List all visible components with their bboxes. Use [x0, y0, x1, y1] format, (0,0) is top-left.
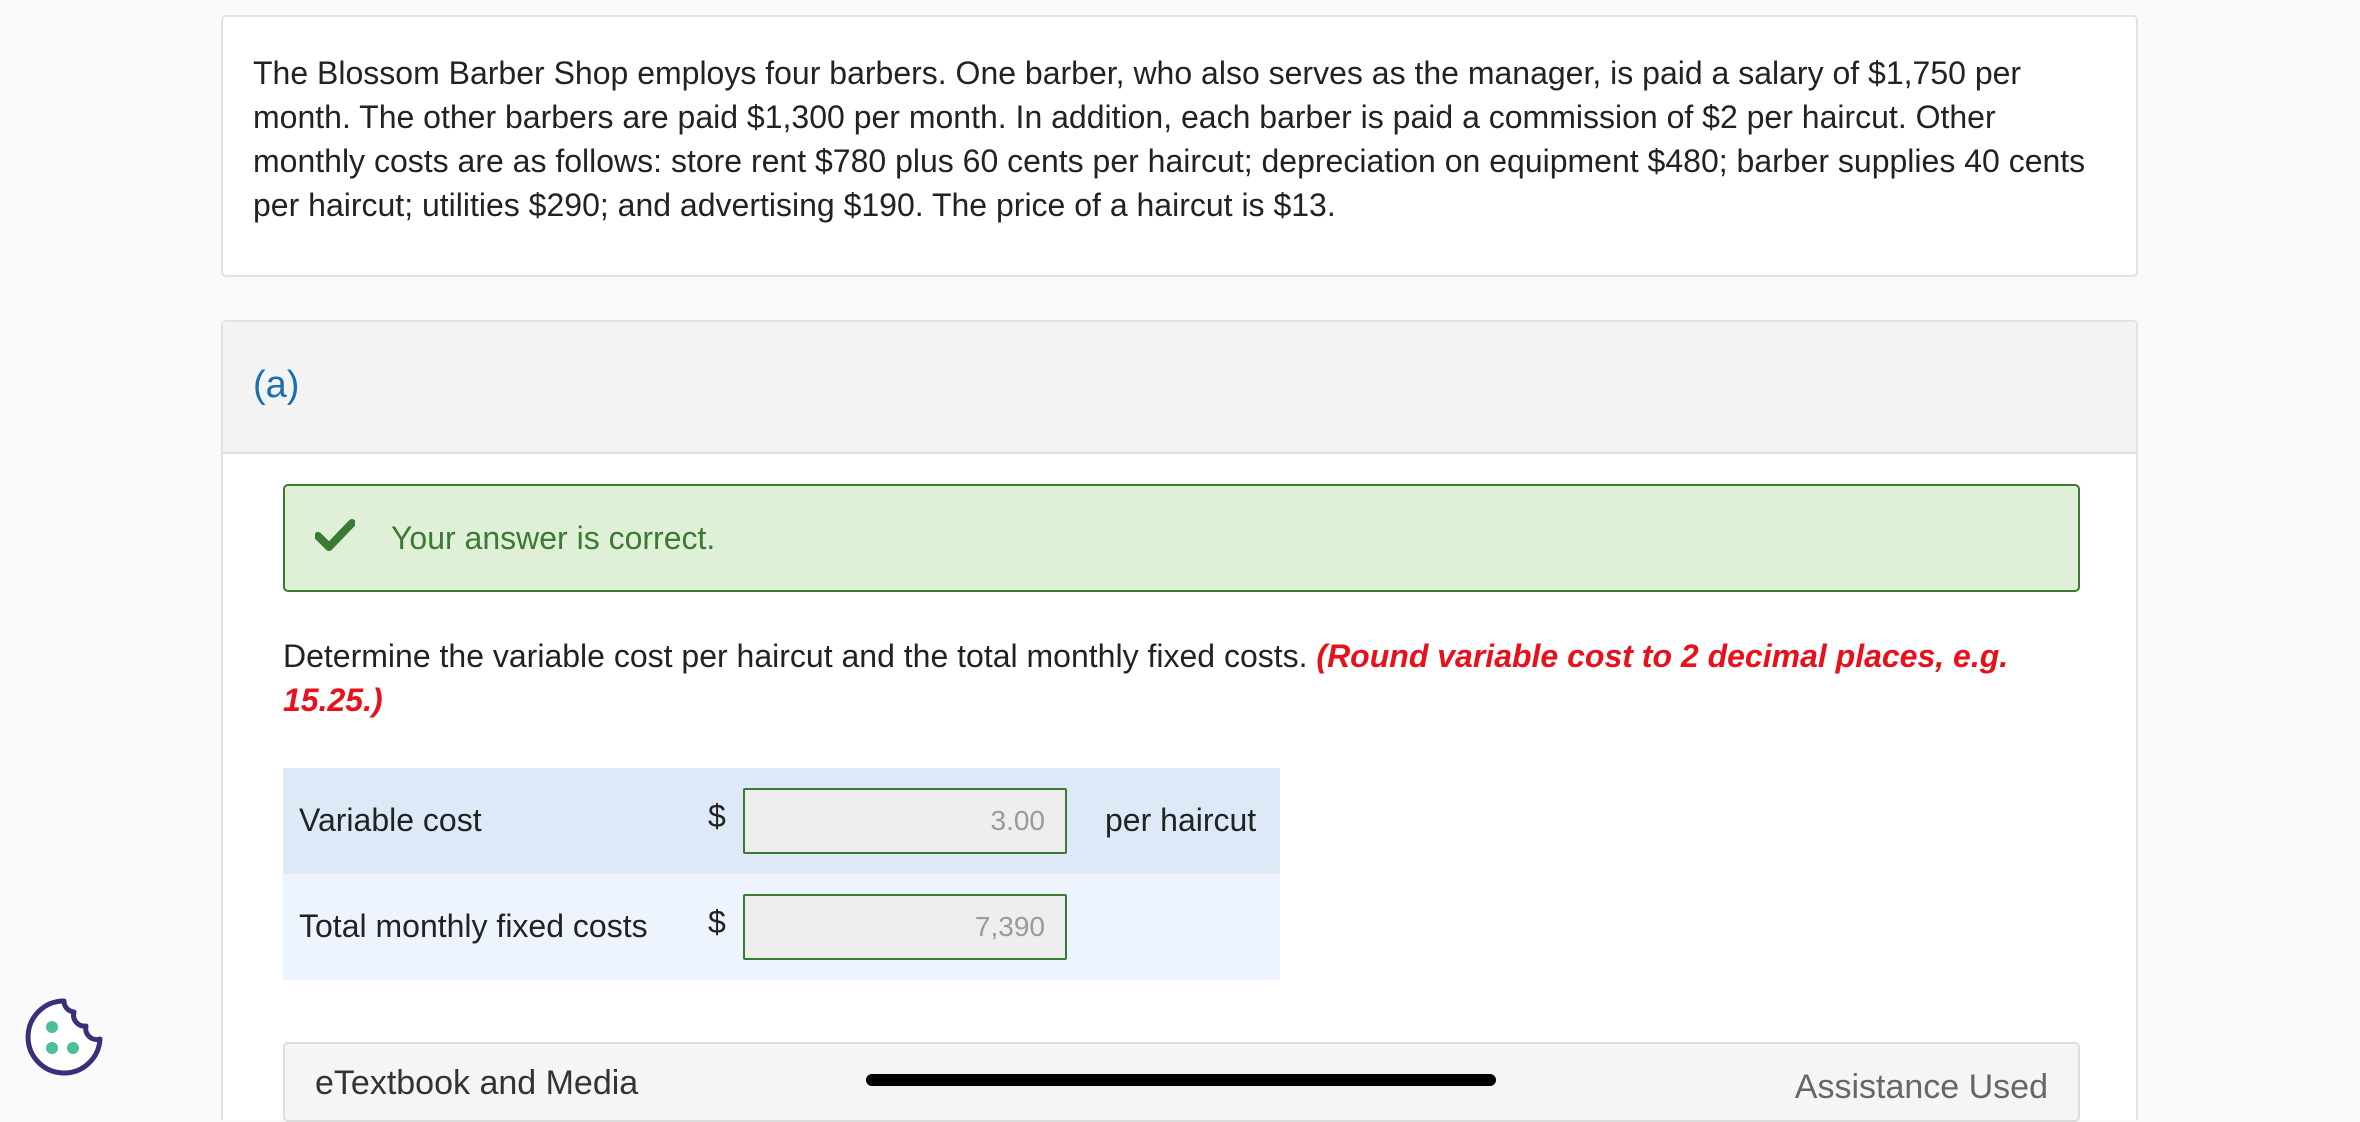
- currency-symbol: $: [708, 904, 726, 940]
- assistance-used-label: Assistance Used: [1794, 1068, 2048, 1106]
- question-text: Determine the variable cost per haircut …: [283, 634, 2083, 722]
- unit-label: per haircut: [1105, 802, 1257, 838]
- home-indicator: [866, 1074, 1496, 1086]
- cookie-icon[interactable]: [22, 995, 106, 1079]
- part-label: (a): [253, 364, 300, 406]
- table-row: Variable cost $ 3.00 per haircut: [283, 768, 1280, 874]
- answer-table: Variable cost $ 3.00 per haircut Total m…: [283, 768, 1280, 980]
- variable-cost-input[interactable]: 3.00: [743, 788, 1067, 854]
- part-a-card: (a) Your answer is correct. Determine th…: [221, 320, 2138, 1122]
- correct-answer-banner: Your answer is correct.: [283, 484, 2080, 592]
- problem-card: The Blossom Barber Shop employs four bar…: [221, 15, 2138, 277]
- part-header[interactable]: (a): [223, 322, 2136, 454]
- currency-symbol: $: [708, 798, 726, 834]
- fixed-costs-input[interactable]: 7,390: [743, 894, 1067, 960]
- table-row: Total monthly fixed costs $ 7,390: [283, 874, 1280, 980]
- etextbook-label: eTextbook and Media: [315, 1064, 639, 1102]
- question-prompt: Determine the variable cost per haircut …: [283, 638, 1308, 674]
- feedback-text: Your answer is correct.: [391, 520, 716, 556]
- check-icon: [315, 519, 355, 551]
- problem-statement: The Blossom Barber Shop employs four bar…: [253, 55, 2086, 223]
- row-label: Variable cost: [299, 802, 482, 838]
- row-label: Total monthly fixed costs: [299, 908, 648, 944]
